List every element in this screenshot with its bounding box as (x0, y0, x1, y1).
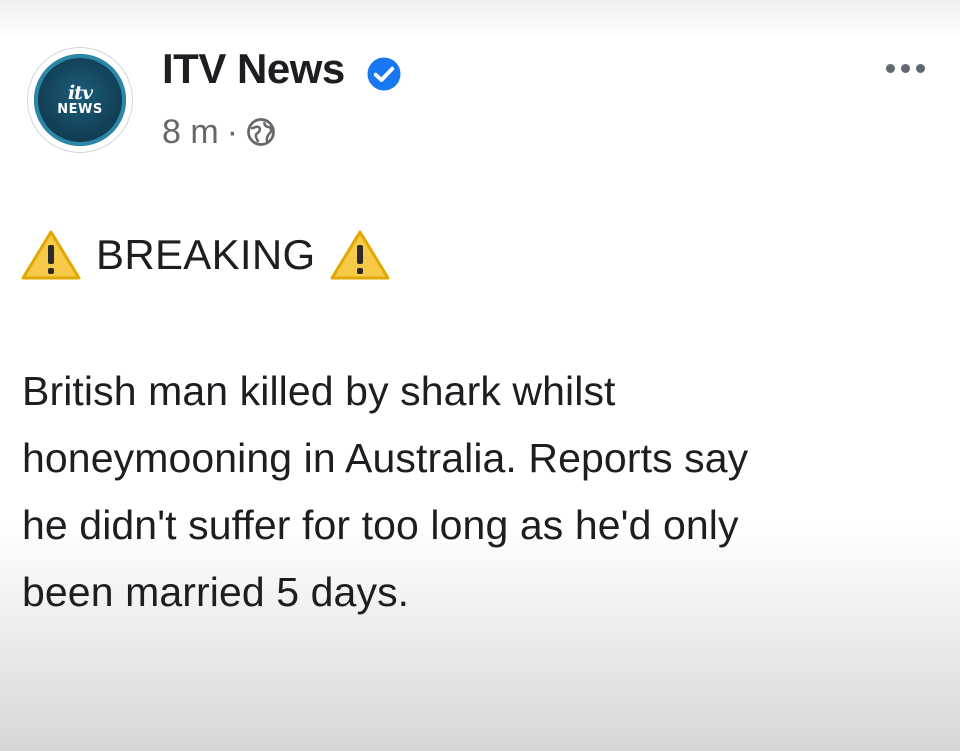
page-avatar[interactable]: itv NEWS (28, 48, 132, 152)
logo-news-text: NEWS (57, 101, 103, 117)
post-meta: 8 m · (162, 112, 276, 152)
post-body-line: he didn't suffer for too long as he'd on… (22, 502, 739, 548)
globe-icon (247, 118, 275, 146)
post-timestamp[interactable]: 8 m (162, 112, 219, 152)
post-body-line: been married 5 days. (22, 569, 410, 615)
post-body: British man killed by shark whilst honey… (22, 358, 952, 626)
post-body-line: British man killed by shark whilst (22, 368, 616, 414)
more-dot (916, 63, 925, 73)
meta-separator: · (226, 113, 239, 151)
facebook-post: itv NEWS ITV News 8 m · BREAKING British… (0, 0, 960, 751)
post-body-line: honeymooning in Australia. Reports say (22, 435, 749, 481)
breaking-heading: BREAKING (20, 228, 391, 282)
more-dot (886, 63, 895, 73)
warning-icon (21, 230, 81, 280)
page-name-link[interactable]: ITV News (162, 44, 345, 94)
more-options-button[interactable] (886, 60, 936, 76)
verified-badge-icon (367, 57, 401, 91)
more-dot (901, 63, 910, 73)
logo-itv-text: itv (67, 81, 93, 104)
itv-news-logo: itv NEWS (34, 54, 126, 146)
breaking-label: BREAKING (96, 231, 316, 278)
warning-icon (330, 230, 390, 280)
